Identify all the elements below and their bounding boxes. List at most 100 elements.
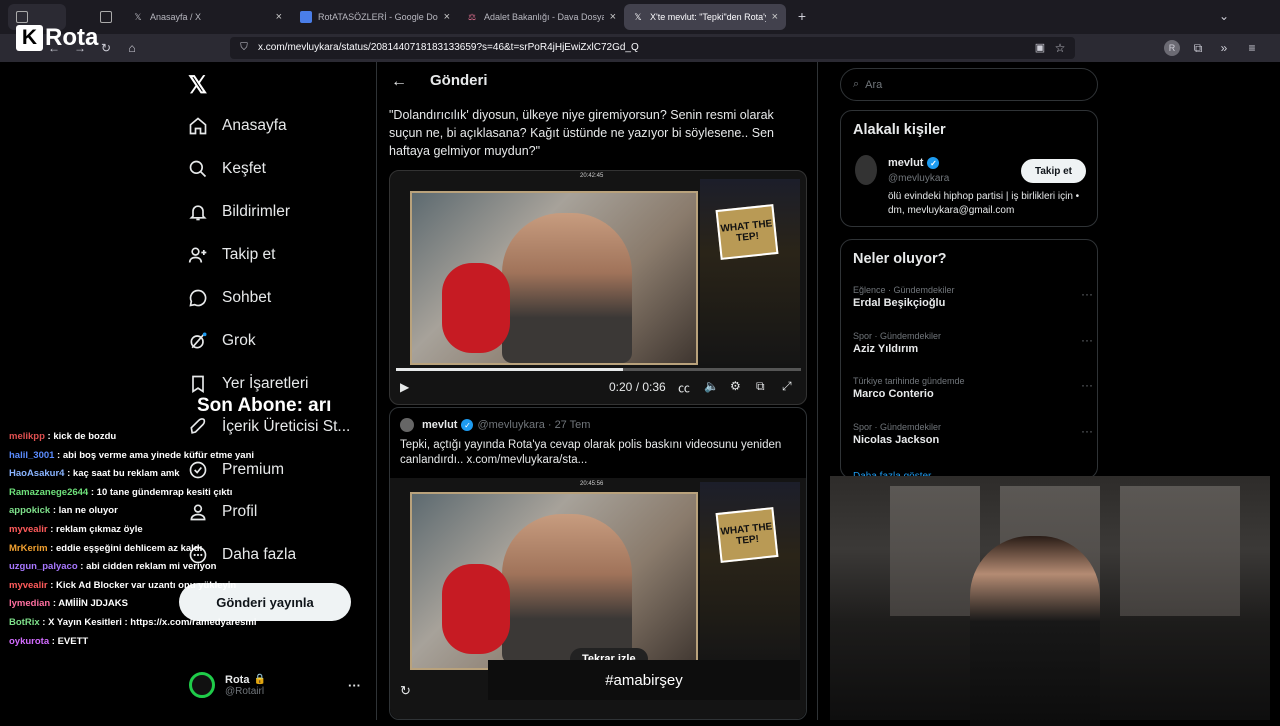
bell-icon [186, 200, 210, 224]
pip-icon[interactable]: ⧉ [756, 379, 765, 394]
chat-username[interactable]: BotRix [9, 617, 40, 628]
volume-icon[interactable]: 🔈 [704, 379, 719, 393]
home-icon[interactable]: ⌂ [124, 40, 140, 56]
overflow-chevron-icon[interactable]: » [1216, 40, 1232, 56]
sidebar-item-takip-et[interactable]: Takip et [186, 243, 275, 267]
sidebar-item-sohbet[interactable]: Sohbet [186, 286, 271, 310]
more-icon[interactable]: ··· [1081, 333, 1093, 347]
chat-username[interactable]: HaoAsakur4 [9, 468, 64, 479]
sidebar-item-label: Takip et [222, 246, 276, 263]
back-arrow-icon[interactable]: ← [391, 73, 407, 91]
fullscreen-icon[interactable]: ⤢ [782, 379, 792, 394]
captions-icon[interactable]: ㏄ [678, 379, 690, 396]
chat-message: BotRix : X Yayın Kesitleri : https://x.c… [9, 616, 257, 628]
reload-icon[interactable]: ↻ [98, 40, 114, 56]
person-handle: @mevluykara [888, 173, 950, 184]
search-input[interactable]: ⌕ Ara [840, 68, 1098, 101]
sidebar-item-anasayfa[interactable]: Anasayfa [186, 114, 287, 138]
page-title: Gönderi [430, 72, 488, 89]
person-bio: ölü evindeki hiphop partisi | iş birlikl… [888, 191, 1080, 216]
video-player[interactable]: 20:42:45 WHAT THE TEP! ▶ 0:20 / 0:36 ㏄ 🔈… [389, 170, 807, 405]
chat-username[interactable]: myvealir [9, 580, 48, 591]
close-icon[interactable]: × [444, 11, 450, 23]
more-icon[interactable]: ··· [1081, 378, 1093, 392]
logo-mark: K [16, 25, 43, 51]
star-icon[interactable]: ☆ [1052, 40, 1068, 56]
avatar [400, 418, 414, 432]
panel-title: Alakalı kişiler [853, 122, 946, 138]
reader-icon[interactable]: ▣ [1032, 40, 1048, 56]
trend-item[interactable]: Eğlence · Gündemdekiler Erdal Beşikçioğl… [853, 285, 1093, 309]
trend-item[interactable]: Spor · Gündemdekiler Aziz Yıldırım ··· [853, 331, 1093, 355]
url-text: x.com/mevluykara/status/2081440718183133… [258, 42, 639, 53]
search-icon [186, 157, 210, 181]
account-more-icon[interactable]: ··· [348, 678, 361, 693]
close-icon[interactable]: × [276, 11, 282, 23]
chat-username[interactable]: Ramazanege2644 [9, 487, 88, 498]
chat-text: AMİİİN JDJAKS [58, 598, 128, 610]
video-progress-bar[interactable] [396, 368, 801, 371]
tab-list-chevron-icon[interactable]: ⌄ [1216, 8, 1232, 24]
tab-anasayfa[interactable]: 𝕏 Anasayfa / X × [124, 4, 290, 30]
more-icon[interactable]: ··· [1081, 424, 1093, 438]
chat-username[interactable]: halil_3001 [9, 450, 54, 461]
scale-icon: ⚖ [467, 11, 477, 22]
thumbnail-text: WHAT THE TEP! [715, 507, 779, 563]
chat-username[interactable]: lymedian [9, 598, 50, 609]
account-switcher[interactable]: Rota 🔒 @Rotairl [189, 672, 266, 698]
tab-google-docs[interactable]: RotATASÖZLERİ - Google Dokü × [292, 4, 458, 30]
chat-message: myvealir : Kick Ad Blocker var uzantı on… [9, 579, 237, 591]
new-tab-button[interactable]: + [794, 8, 810, 24]
sidebar-item-yer-isaretleri[interactable]: Yer İşaretleri [186, 372, 308, 396]
streamer-figure [970, 536, 1100, 726]
chat-text: kaç saat bu reklam amk [72, 468, 180, 480]
tab-adalet[interactable]: ⚖ Adalet Bakanlığı - Dava Dosyası × [458, 4, 624, 30]
trend-name: Marco Conterio [853, 388, 934, 400]
x-logo-icon[interactable]: 𝕏 [188, 71, 207, 100]
docs-icon [300, 11, 312, 23]
chat-username[interactable]: myvealir [9, 524, 48, 535]
replay-icon[interactable]: ↻ [400, 683, 411, 699]
close-icon[interactable]: × [610, 11, 616, 23]
chat-username[interactable]: oykurota [9, 636, 49, 647]
trend-item[interactable]: Spor · Gündemdekiler Nicolas Jackson ··· [853, 422, 1093, 446]
account-avatar-icon[interactable]: R [1164, 40, 1180, 56]
sidebar-item-label: Anasayfa [222, 117, 287, 134]
shield-icon[interactable]: ⛉ [236, 40, 252, 56]
chat-text: kick de bozdu [53, 431, 117, 442]
tab-active-post[interactable]: 𝕏 X'te mevlut: "Tepki"den Rota'ya × [624, 4, 786, 30]
chat-text: X Yayın Kesitleri : https://x.com/ramedy… [48, 616, 257, 628]
sidebar-item-bildirimler[interactable]: Bildirimler [186, 200, 290, 224]
close-icon[interactable]: × [772, 11, 778, 23]
chat-message: lymedian : AMİİİN JDJAKS [9, 598, 128, 610]
verified-badge-icon: ✓ [927, 157, 940, 169]
play-icon[interactable]: ▶ [400, 380, 409, 394]
sidebar-item-grok[interactable]: Grok [186, 329, 256, 353]
quote-handle: @mevluykara [477, 419, 545, 431]
trend-meta: Spor · Gündemdekiler [853, 422, 942, 432]
avatar[interactable] [855, 155, 877, 185]
browser-tab-bar: 𝕏 Anasayfa / X × RotATASÖZLERİ - Google … [0, 0, 1280, 34]
chat-username[interactable]: melikpp [9, 431, 45, 442]
video-frame [410, 492, 698, 670]
follow-button[interactable]: Takip et [1021, 159, 1086, 183]
trend-item[interactable]: Türkiye tarihinde gündemde Marco Conteri… [853, 376, 1093, 400]
stream-side-panel: WHAT THE TEP! [700, 482, 800, 667]
more-icon[interactable]: ··· [1081, 287, 1093, 301]
sidebar-item-kesfet[interactable]: Keşfet [186, 157, 266, 181]
chat-username[interactable]: appokick [9, 505, 50, 516]
settings-gear-icon[interactable]: ⚙ [730, 379, 741, 393]
window-shape [890, 486, 980, 616]
sidebar-item-label: Sohbet [222, 289, 272, 306]
webcam-overlay [830, 476, 1270, 726]
chat-username[interactable]: uzgun_palyaco [9, 561, 78, 572]
menu-icon[interactable]: ≡ [1244, 40, 1260, 56]
chat-username[interactable]: MrKerim [9, 543, 48, 554]
chat-message: HaoAsakur4 : kaç saat bu reklam amk [9, 468, 180, 480]
extensions-icon[interactable]: ⧉ [1190, 40, 1206, 56]
person-name[interactable]: mevlut [888, 157, 923, 169]
chat-text: 10 tane gündemrap kesiti çıktı [96, 486, 233, 498]
address-bar[interactable]: ⛉ x.com/mevluykara/status/20814407181831… [230, 37, 1075, 59]
grok-icon [186, 329, 210, 353]
tab-label: RotATASÖZLERİ - Google Dokü [318, 12, 438, 22]
